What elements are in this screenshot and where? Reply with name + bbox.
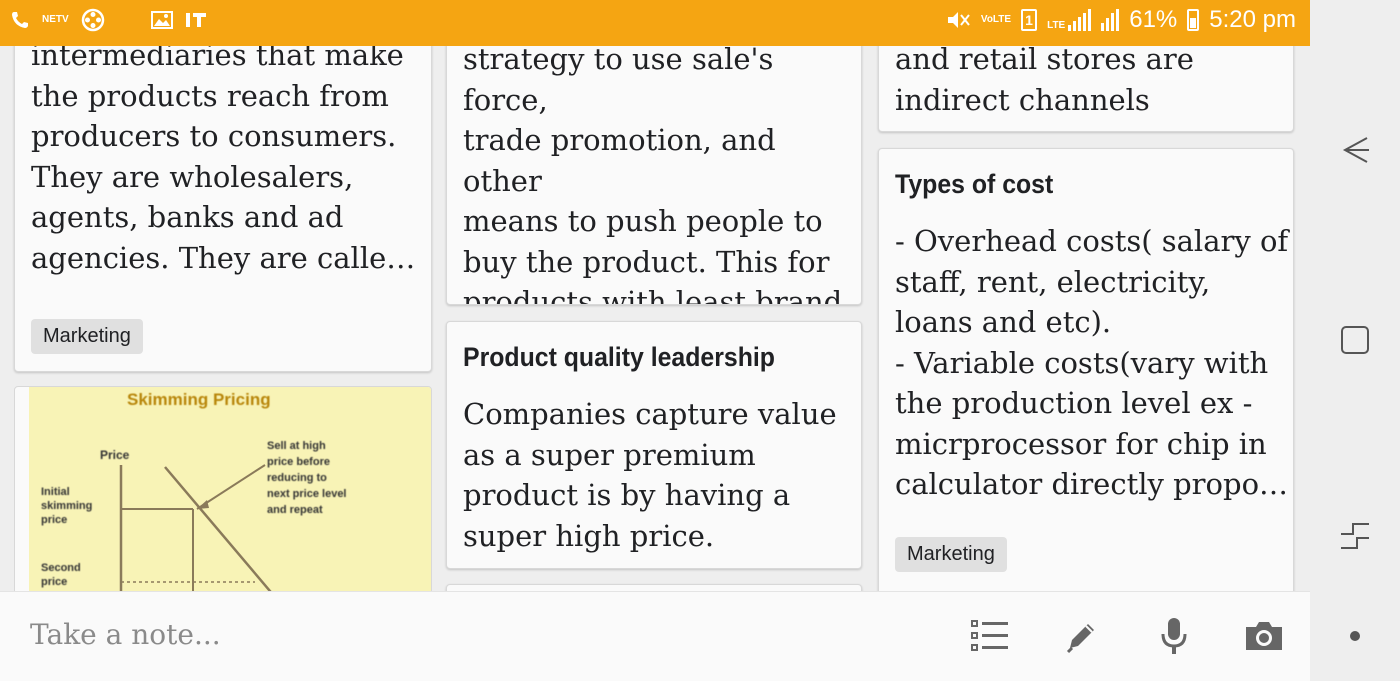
voice-note-button[interactable] [1152, 614, 1196, 658]
checklist-button[interactable] [968, 614, 1012, 658]
image-second-label: Second price [41, 562, 81, 588]
recents-button[interactable] [1335, 516, 1375, 556]
system-navigation-bar [1310, 0, 1400, 681]
image-arrowhead [197, 500, 209, 509]
pen-icon [1066, 624, 1094, 654]
battery-percent: 61% [1129, 6, 1178, 33]
checklist-icon [971, 620, 1008, 651]
clock: 5:20 pm [1209, 6, 1296, 33]
back-button[interactable] [1335, 130, 1375, 170]
home-icon [1341, 326, 1369, 354]
note-body: Companies capture value as a super premi… [463, 397, 837, 553]
network-icon: NETV [42, 14, 69, 25]
note-body: and retail stores are indirect channels [895, 46, 1194, 117]
volte-label: VoLTE [980, 14, 1012, 25]
take-note-bar: Take a note... [0, 591, 1310, 681]
note-title: Product quality leadership [463, 342, 775, 372]
signal-strength-icon [1101, 9, 1120, 31]
home-button[interactable] [1335, 320, 1375, 360]
film-reel-icon [81, 8, 104, 32]
gallery-icon [150, 11, 173, 29]
image-initial-label: Initial skimming price [41, 486, 92, 526]
notes-grid: intermediaries that make the products re… [0, 46, 1310, 591]
note-card[interactable]: Product quality leadership Companies cap… [446, 321, 862, 569]
take-note-input[interactable]: Take a note... [30, 618, 221, 651]
status-bar: NETV VoLTE 1 LTE 61% 5:20 pm [0, 0, 1310, 46]
note-card[interactable] [446, 584, 862, 591]
note-body: - Overhead costs( salary of staff, rent,… [895, 224, 1289, 501]
recents-icon [1341, 523, 1369, 549]
skimming-pricing-diagram: Skimming Pricing Price Initial skimming pr… [41, 390, 347, 591]
dot-icon [1350, 631, 1360, 641]
phone-icon [12, 12, 28, 28]
status-bar-right: VoLTE 1 LTE 61% 5:20 pm [945, 6, 1296, 34]
note-body: strategy to use sale's force, trade prom… [463, 46, 843, 305]
image-annotation: Sell at high price before reducing to next … [267, 440, 347, 516]
note-label-chip[interactable]: Marketing [895, 537, 1007, 572]
mute-vibrate-icon [947, 12, 970, 28]
image-demand-curve [164, 466, 272, 591]
note-card[interactable]: Types of cost - Overhead costs( salary o… [878, 148, 1294, 591]
notification-icon [185, 13, 206, 27]
note-body: intermediaries that make the products re… [31, 46, 416, 275]
battery-icon [1187, 9, 1200, 31]
note-card[interactable]: and retail stores are indirect channels [878, 46, 1294, 132]
draw-button[interactable] [1060, 614, 1104, 658]
note-image-card[interactable]: Skimming Pricing Price Initial skimming pr… [14, 386, 432, 591]
status-bar-left: NETV [10, 8, 209, 32]
note-title: Types of cost [895, 169, 1054, 199]
lte-signal: LTE [1047, 9, 1092, 31]
note-card[interactable]: intermediaries that make the products re… [14, 46, 432, 372]
image-axis-label: Price [100, 448, 130, 462]
signal-bars-icon [1068, 9, 1092, 31]
lte-label: LTE [1047, 20, 1066, 31]
note-card[interactable]: strategy to use sale's force, trade prom… [446, 46, 862, 305]
nav-dot-button[interactable] [1335, 616, 1375, 656]
camera-icon [1246, 622, 1282, 650]
note-label-chip[interactable]: Marketing [31, 319, 143, 354]
mic-icon [1161, 618, 1187, 654]
sim-icon: 1 [1021, 9, 1038, 31]
back-icon [1342, 137, 1369, 163]
image-title: Skimming Pricing [127, 390, 271, 409]
photo-note-button[interactable] [1242, 614, 1286, 658]
